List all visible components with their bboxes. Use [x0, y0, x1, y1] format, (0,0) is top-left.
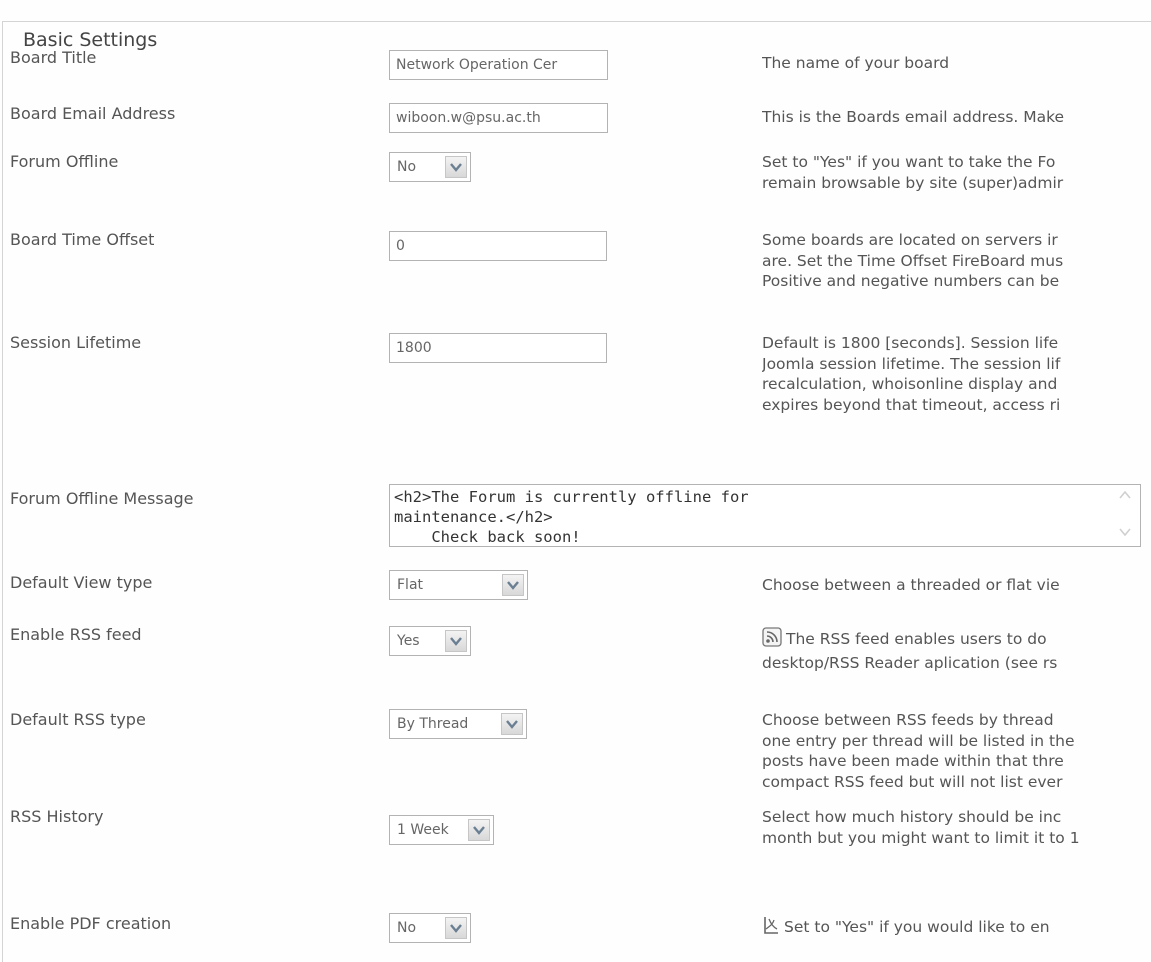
textarea-line: Check back soon!: [394, 528, 581, 546]
selected-value: No: [397, 920, 417, 936]
selected-value: Yes: [397, 633, 420, 649]
description-line: are. Set the Time Offset FireBoard mus: [762, 251, 1064, 270]
description-line: recalculation, whoisonline display and: [762, 375, 1058, 393]
selected-value: No: [397, 159, 417, 175]
rss-history-description: Select how much history should be inc mo…: [762, 807, 1151, 848]
description-line: month but you might want to limit it to …: [762, 828, 1080, 847]
rss-feed-label: Enable RSS feed: [10, 625, 142, 644]
board-email-label: Board Email Address: [10, 104, 176, 123]
description-line: Positive and negative numbers can be: [762, 272, 1060, 290]
description-line: Choose between RSS feeds by thread: [762, 711, 1054, 729]
description-line-with-icon: The RSS feed enables users to do: [762, 627, 1151, 653]
description-line: Select how much history should be inc: [762, 808, 1062, 826]
view-type-description: Choose between a threaded or flat vie: [762, 575, 1151, 596]
offline-message-textarea[interactable]: <h2>The Forum is currently offline for m…: [389, 484, 1141, 547]
time-offset-input[interactable]: [389, 231, 607, 261]
description-line: Default is 1800 [seconds]. Session life: [762, 334, 1059, 352]
session-lifetime-label: Session Lifetime: [10, 333, 142, 352]
description-text: Set to "Yes" if you would like to en: [784, 918, 1050, 936]
view-type-label: Default View type: [10, 573, 153, 592]
session-lifetime-input[interactable]: [389, 333, 607, 363]
selected-value: Flat: [397, 577, 424, 593]
description-line: posts have been made within that thre: [762, 752, 1064, 770]
pdf-icon: [762, 915, 780, 941]
rss-feed-description: The RSS feed enables users to do desktop…: [762, 627, 1151, 673]
scroll-up-icon[interactable]: [1117, 487, 1133, 507]
rss-type-label: Default RSS type: [10, 710, 146, 729]
description-line-with-icon: Set to "Yes" if you would like to en: [762, 915, 1151, 941]
pdf-creation-select[interactable]: No: [389, 913, 471, 943]
description-line: one entry per thread will be listed in t…: [762, 731, 1075, 750]
chevron-down-icon[interactable]: [501, 713, 523, 735]
offline-message-label: Forum Offline Message: [10, 489, 194, 508]
rss-history-label: RSS History: [10, 807, 104, 826]
rss-type-select[interactable]: By Thread: [389, 709, 527, 739]
rss-feed-icon: [762, 627, 782, 653]
description-line: remain browsable by site (super)admir: [762, 173, 1064, 192]
time-offset-label: Board Time Offset: [10, 230, 155, 249]
time-offset-description: Some boards are located on servers ir ar…: [762, 230, 1151, 292]
description-line: expires beyond that timeout, access ri: [762, 395, 1061, 414]
chevron-down-icon[interactable]: [502, 574, 524, 596]
board-title-description: The name of your board: [762, 53, 1151, 74]
selected-value: 1 Week: [397, 822, 449, 838]
view-type-select[interactable]: Flat: [389, 570, 528, 600]
rss-history-select[interactable]: 1 Week: [389, 815, 494, 845]
forum-offline-description: Set to "Yes" if you want to take the Fo …: [762, 152, 1151, 193]
chevron-down-icon[interactable]: [468, 819, 490, 841]
description-line: Set to "Yes" if you want to take the Fo: [762, 153, 1056, 171]
description-line: Joomla session lifetime. The session lif: [762, 354, 1061, 373]
forum-offline-select[interactable]: No: [389, 152, 471, 182]
textarea-scrollbar[interactable]: [1112, 487, 1138, 544]
description-line: Some boards are located on servers ir: [762, 231, 1058, 249]
rss-feed-select[interactable]: Yes: [389, 626, 471, 656]
textarea-line: maintenance.</h2>: [394, 508, 553, 526]
board-title-input[interactable]: [389, 50, 608, 80]
selected-value: By Thread: [397, 716, 469, 732]
pdf-creation-label: Enable PDF creation: [10, 914, 172, 933]
chevron-down-icon[interactable]: [445, 917, 467, 939]
chevron-down-icon[interactable]: [445, 156, 467, 178]
pdf-creation-description: Set to "Yes" if you would like to en: [762, 915, 1151, 941]
description-text: The RSS feed enables users to do: [786, 630, 1047, 648]
description-line: compact RSS feed but will not list ever: [762, 772, 1063, 791]
textarea-line: <h2>The Forum is currently offline for: [394, 488, 749, 506]
rss-type-description: Choose between RSS feeds by thread one e…: [762, 710, 1151, 792]
scroll-down-icon[interactable]: [1117, 524, 1133, 544]
description-line: Choose between a threaded or flat vie: [762, 576, 1060, 594]
board-email-description: This is the Boards email address. Make: [762, 107, 1151, 128]
description-line: The name of your board: [762, 54, 950, 72]
board-email-input[interactable]: [389, 103, 608, 133]
forum-offline-label: Forum Offline: [10, 152, 119, 171]
description-line: desktop/RSS Reader aplication (see rs: [762, 653, 1058, 672]
description-line: This is the Boards email address. Make: [762, 108, 1065, 126]
board-title-label: Board Title: [10, 48, 97, 67]
chevron-down-icon[interactable]: [445, 630, 467, 652]
session-lifetime-description: Default is 1800 [seconds]. Session life …: [762, 333, 1151, 415]
